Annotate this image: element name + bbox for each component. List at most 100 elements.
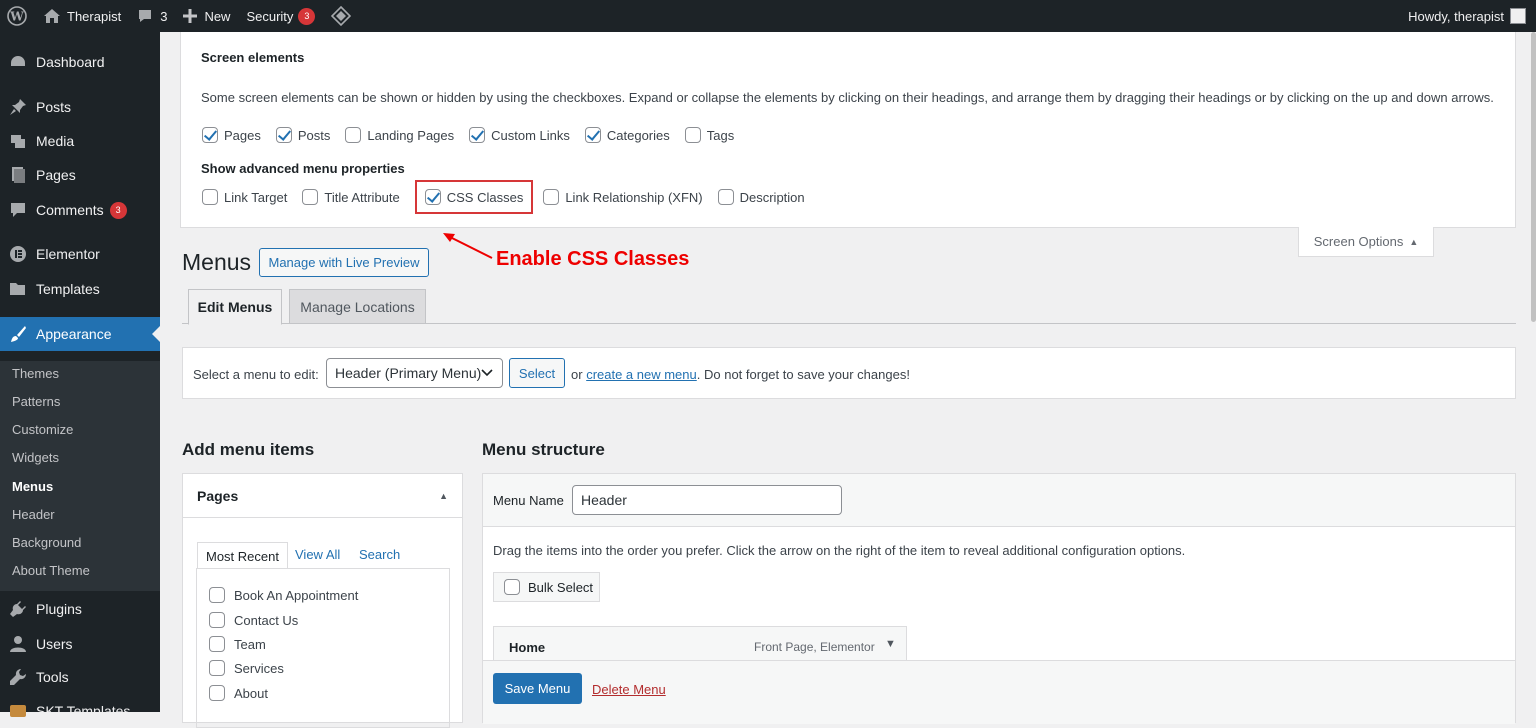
select-button[interactable]: Select bbox=[509, 358, 565, 388]
list-item[interactable]: Team bbox=[209, 636, 266, 652]
menu-name-input[interactable]: Header bbox=[572, 485, 842, 515]
tab-manage-locations[interactable]: Manage Locations bbox=[289, 289, 426, 324]
media-icon bbox=[0, 132, 36, 150]
plugin-icon bbox=[0, 600, 36, 618]
security-link[interactable]: Security 3 bbox=[238, 0, 323, 32]
caret-down-icon[interactable]: ▼ bbox=[885, 638, 896, 650]
wordpress-logo-icon[interactable]: W bbox=[0, 0, 35, 32]
sidebar-item-label: Tools bbox=[36, 669, 69, 685]
tab-most-recent[interactable]: Most Recent bbox=[197, 542, 288, 569]
checkbox-link-relationship[interactable]: Link Relationship (XFN) bbox=[543, 189, 703, 205]
sidebar-item-elementor[interactable]: Elementor bbox=[0, 237, 160, 271]
sidebar-item-label: Plugins bbox=[36, 601, 82, 617]
sidebar-item-templates[interactable]: Templates bbox=[0, 272, 160, 306]
sidebar-item-skt-templates[interactable]: SKT Templates bbox=[0, 694, 160, 728]
sidebar-item-plugins[interactable]: Plugins bbox=[0, 592, 160, 626]
sidebar-item-tools[interactable]: Tools bbox=[0, 660, 160, 694]
sidebar-item-users[interactable]: Users bbox=[0, 627, 160, 661]
checkbox-box[interactable] bbox=[504, 579, 520, 595]
submenu-themes[interactable]: Themes bbox=[12, 366, 59, 381]
checkbox-box[interactable] bbox=[209, 587, 225, 603]
menu-item-row[interactable]: Home Front Page, Elementor ▼ bbox=[493, 626, 907, 662]
checkbox-box[interactable] bbox=[584, 127, 601, 143]
submenu-menus[interactable]: Menus bbox=[12, 479, 53, 494]
user-icon bbox=[0, 635, 36, 653]
checkbox-box[interactable] bbox=[209, 612, 225, 628]
annotation-arrow-icon bbox=[443, 233, 493, 259]
pages-accordion-header[interactable]: Pages ▲ bbox=[183, 474, 462, 518]
checkbox-box[interactable] bbox=[202, 127, 218, 143]
checkbox-box[interactable] bbox=[543, 189, 560, 205]
new-content-link[interactable]: New bbox=[175, 0, 238, 32]
tab-search[interactable]: Search bbox=[359, 547, 400, 562]
checkbox-categories[interactable]: Categories bbox=[584, 127, 670, 143]
menu-select-dropdown[interactable]: Header (Primary Menu) bbox=[326, 358, 503, 388]
advanced-properties-checkboxes: Link Target Title Attribute CSS Classes … bbox=[202, 180, 820, 214]
sidebar-item-media[interactable]: Media bbox=[0, 124, 160, 158]
diamond-plugin-icon[interactable] bbox=[323, 0, 359, 32]
delete-menu-link[interactable]: Delete Menu bbox=[592, 682, 666, 697]
svg-text:W: W bbox=[9, 10, 24, 24]
create-new-menu-link[interactable]: create a new menu bbox=[586, 367, 697, 382]
tab-view-all[interactable]: View All bbox=[295, 547, 340, 562]
submenu-background[interactable]: Background bbox=[12, 535, 81, 550]
sidebar-item-pages[interactable]: Pages bbox=[0, 158, 160, 192]
sidebar-item-label: Pages bbox=[36, 167, 76, 183]
list-item[interactable]: Contact Us bbox=[209, 612, 298, 628]
list-item[interactable]: Services bbox=[209, 660, 284, 676]
list-item[interactable]: About bbox=[209, 685, 268, 701]
add-menu-items-title: Add menu items bbox=[182, 440, 315, 459]
checkbox-box[interactable] bbox=[275, 127, 292, 143]
checkbox-box[interactable] bbox=[717, 189, 734, 205]
checkbox-box[interactable] bbox=[345, 127, 362, 143]
checkbox-landing-pages[interactable]: Landing Pages bbox=[345, 127, 454, 143]
checkbox-posts[interactable]: Posts bbox=[275, 127, 330, 143]
checkbox-link-target[interactable]: Link Target bbox=[202, 189, 287, 205]
sidebar-item-label: Posts bbox=[36, 99, 72, 115]
save-menu-button[interactable]: Save Menu bbox=[493, 673, 582, 704]
submenu-customize[interactable]: Customize bbox=[12, 422, 73, 437]
sidebar-item-comments[interactable]: Comments 3 bbox=[0, 193, 160, 227]
sidebar-item-posts[interactable]: Posts bbox=[0, 90, 160, 124]
checkbox-description[interactable]: Description bbox=[717, 189, 805, 205]
checkbox-box[interactable] bbox=[209, 636, 225, 652]
site-name: Therapist bbox=[67, 8, 122, 24]
submenu-widgets[interactable]: Widgets bbox=[12, 450, 59, 465]
sidebar-item-dashboard[interactable]: Dashboard bbox=[0, 45, 160, 79]
menu-item-type: Front Page, Elementor bbox=[754, 640, 875, 654]
sidebar-item-appearance[interactable]: Appearance bbox=[0, 317, 160, 351]
checkbox-box[interactable] bbox=[202, 189, 218, 205]
submenu-patterns[interactable]: Patterns bbox=[12, 394, 60, 409]
sidebar-item-label: Users bbox=[36, 636, 73, 652]
checkbox-box[interactable] bbox=[469, 127, 486, 143]
my-account-link[interactable]: Howdy, therapist bbox=[1400, 0, 1536, 32]
checkbox-box[interactable] bbox=[209, 660, 225, 676]
site-name-link[interactable]: Therapist bbox=[35, 0, 129, 32]
submenu-header[interactable]: Header bbox=[12, 507, 55, 522]
sidebar-item-label: SKT Templates bbox=[36, 703, 131, 719]
checkbox-css-classes[interactable]: CSS Classes bbox=[414, 180, 534, 214]
comment-icon bbox=[139, 10, 152, 22]
page-scrollbar[interactable] bbox=[1531, 32, 1536, 322]
new-label: New bbox=[204, 8, 231, 24]
menu-instructions: Drag the items into the order you prefer… bbox=[493, 543, 1186, 558]
checkbox-box[interactable] bbox=[424, 189, 441, 205]
screen-options-toggle[interactable]: Screen Options ▲ bbox=[1298, 227, 1434, 257]
pages-checklist: Book An Appointment Contact Us Team Serv… bbox=[196, 568, 450, 728]
checkbox-pages[interactable]: Pages bbox=[202, 127, 261, 143]
dashboard-icon bbox=[0, 53, 36, 71]
checkbox-box[interactable] bbox=[209, 685, 225, 701]
comments-link[interactable]: 3 bbox=[129, 0, 175, 32]
bulk-select-button[interactable]: Bulk Select bbox=[493, 572, 600, 602]
checkbox-custom-links[interactable]: Custom Links bbox=[469, 127, 570, 143]
checkbox-title-attribute[interactable]: Title Attribute bbox=[302, 189, 400, 205]
tab-edit-menus[interactable]: Edit Menus bbox=[188, 289, 282, 325]
checkbox-box[interactable] bbox=[684, 127, 701, 143]
checkbox-box[interactable] bbox=[302, 189, 319, 205]
manage-live-preview-button[interactable]: Manage with Live Preview bbox=[259, 248, 429, 277]
screen-elements-checkboxes: Pages Posts Landing Pages Custom Links C… bbox=[202, 127, 749, 143]
page-title: Menus bbox=[182, 249, 252, 275]
submenu-about-theme[interactable]: About Theme bbox=[12, 563, 90, 578]
list-item[interactable]: Book An Appointment bbox=[209, 587, 358, 603]
checkbox-tags[interactable]: Tags bbox=[684, 127, 734, 143]
